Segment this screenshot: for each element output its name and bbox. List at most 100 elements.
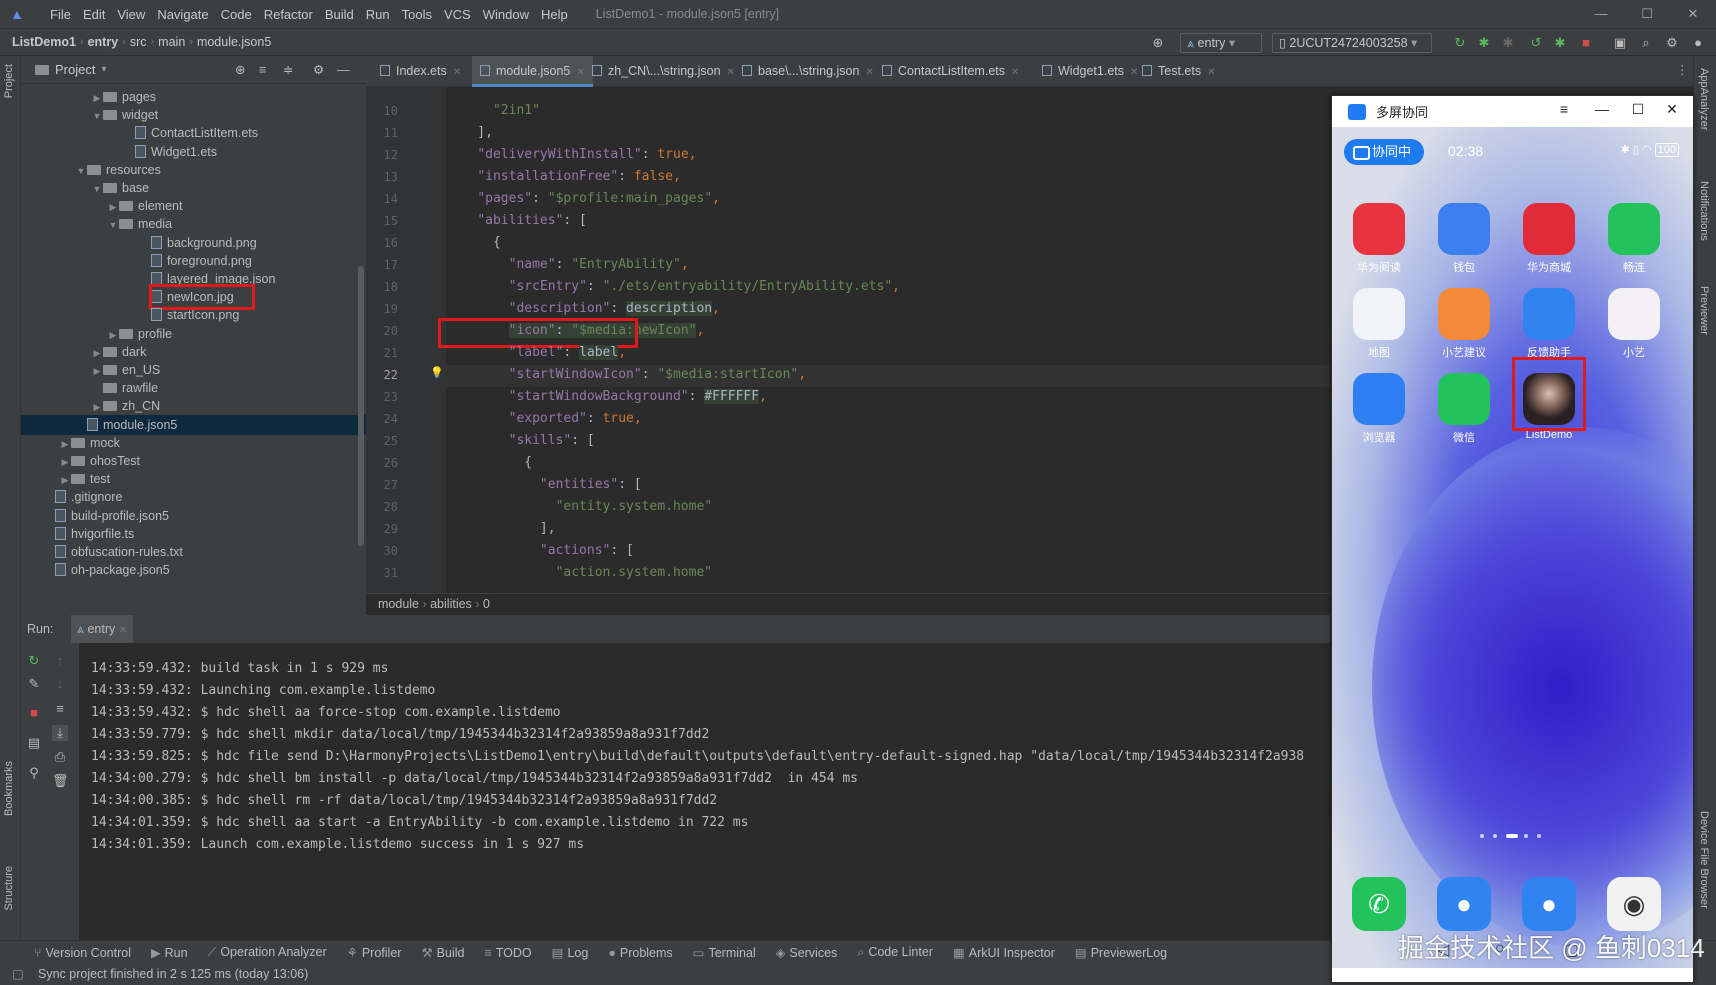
structure-tool-tab[interactable]: Structure [3, 866, 15, 911]
menu-refactor[interactable]: Refactor [258, 7, 319, 22]
editor-breadcrumb-item[interactable]: abilities [430, 597, 472, 611]
tree-folder[interactable]: ▶ zh_CN [21, 396, 366, 416]
bookmarks-tool-tab[interactable]: Bookmarks [3, 761, 15, 816]
menu-code[interactable]: Code [215, 7, 258, 22]
run-config-tab[interactable]: ⩓ entry ✕ [70, 615, 134, 643]
breadcrumb-item[interactable]: entry [84, 35, 123, 49]
app-wallet[interactable]: 钱包 [1425, 203, 1503, 275]
notifications-tool-tab[interactable]: Notifications [1698, 181, 1710, 241]
close-tab-icon[interactable]: ✕ [453, 67, 461, 78]
code-line[interactable]: { [446, 235, 501, 250]
tree-file[interactable]: foreground.png [21, 251, 366, 271]
editor-tab[interactable]: module.json5 ✕ [472, 56, 593, 87]
close-tab-icon[interactable]: ✕ [1011, 67, 1019, 78]
tree-folder[interactable]: rawfile [21, 378, 366, 398]
dock-phone-call[interactable]: ✆ [1340, 877, 1418, 931]
menu-icon[interactable]: ≡ [1554, 101, 1574, 117]
print-icon[interactable]: ⎙ [52, 749, 68, 765]
stop-icon[interactable]: ■ [26, 705, 42, 721]
code-line[interactable]: "exported": true, [446, 411, 642, 426]
project-scrollbar[interactable] [358, 266, 364, 546]
tree-folder[interactable]: ▼ widget [21, 105, 366, 125]
tree-file[interactable]: startIcon.png [21, 305, 366, 325]
up-arrow-icon[interactable]: ↑ [52, 653, 68, 669]
app-feedback-beta[interactable]: 反馈助手 [1510, 288, 1588, 360]
tree-folder[interactable]: ▶ profile [21, 324, 366, 344]
toolwindow-version-control[interactable]: ⑂ Version Control [0, 946, 141, 960]
code-line[interactable]: "name": "EntryAbility", [446, 257, 689, 272]
tree-file[interactable]: obfuscation-rules.txt [21, 542, 366, 562]
code-line[interactable]: ], [446, 125, 493, 140]
menu-run[interactable]: Run [360, 7, 396, 22]
code-editor[interactable]: 10 11 12 13 14 15 16 17 18 19 20 21 22 23 24 25 26 27 28 29… [366, 87, 1330, 593]
code-line[interactable]: "pages": "$profile:main_pages", [446, 191, 720, 206]
apply-changes-icon[interactable]: ↺ [1528, 35, 1544, 51]
collapse-all-icon[interactable]: ≑ [283, 62, 293, 77]
locate-icon[interactable]: ⊕ [235, 62, 245, 77]
apply-code-changes-icon[interactable]: ✱ [1552, 35, 1568, 51]
tree-folder[interactable]: ▼ base [21, 178, 366, 198]
dock-camera[interactable]: ◉ [1595, 877, 1673, 931]
app-map[interactable]: 地图 [1340, 288, 1418, 360]
editor-tab[interactable]: ContactListItem.ets ✕ [874, 56, 1027, 87]
more-tabs-icon[interactable]: ⋮ [1676, 62, 1689, 77]
code-line[interactable]: "entity.system.home" [446, 499, 713, 514]
intention-bulb-icon[interactable]: 💡 [430, 366, 444, 379]
toolwindow-run[interactable]: ▶ Run [141, 945, 198, 960]
scroll-to-end-icon[interactable]: ⤓ [52, 725, 68, 741]
panel-settings-icon[interactable]: ⚙ [313, 62, 324, 77]
app-celia-suggestion[interactable]: 小艺建议 [1425, 288, 1503, 360]
code-line[interactable]: "srcEntry": "./ets/entryability/EntryAbi… [446, 279, 900, 294]
trash-icon[interactable]: 🗑 [52, 773, 69, 789]
rerun-icon[interactable]: ↻ [26, 653, 42, 669]
debug-icon[interactable]: ✱ [1476, 35, 1492, 51]
tree-file[interactable]: build-profile.json5 [21, 506, 366, 526]
dock-contacts[interactable]: ● [1425, 877, 1503, 931]
toolwindow-profiler[interactable]: ⚘ Profiler [337, 945, 412, 960]
tree-file[interactable]: .gitignore [21, 487, 366, 507]
chevron-down-icon[interactable]: ▾ [101, 64, 106, 75]
status-message[interactable]: Sync project finished in 2 s 125 ms (tod… [38, 967, 308, 981]
code-line[interactable]: "installationFree": false, [446, 169, 681, 184]
code-line[interactable]: "2in1" [446, 103, 540, 118]
page-dot[interactable] [1524, 834, 1528, 838]
page-dot[interactable] [1537, 834, 1541, 838]
close-icon[interactable]: ✕ [119, 625, 127, 636]
menu-vcs[interactable]: VCS [438, 7, 477, 22]
menu-file[interactable]: File [44, 7, 77, 22]
tree-folder[interactable]: ▼ media [21, 214, 366, 234]
code-line[interactable]: "entities": [ [446, 477, 642, 492]
code-line[interactable]: ], [446, 521, 556, 536]
toolwindow-previewerlog[interactable]: ▤ PreviewerLog [1065, 945, 1177, 960]
code-line[interactable]: "label": label, [446, 345, 626, 360]
toolwindow-operation-analyzer[interactable]: ⟋ Operation Analyzer [198, 945, 337, 960]
app-vmall[interactable]: 华为商城 [1510, 203, 1588, 275]
rerun-icon[interactable]: ↻ [1452, 35, 1468, 51]
code-line[interactable]: "description": description, [446, 301, 720, 316]
project-tool-tab[interactable]: Project [3, 64, 15, 98]
tree-folder[interactable]: ▼ resources [21, 160, 366, 180]
menu-edit[interactable]: Edit [77, 7, 111, 22]
appanalyzer-tool-tab[interactable]: AppAnalyzer [1698, 68, 1710, 130]
account-icon[interactable]: ● [1690, 35, 1706, 51]
page-dot[interactable] [1506, 834, 1518, 838]
hide-panel-icon[interactable]: — [337, 63, 350, 77]
code-line[interactable]: "action.system.home" [446, 565, 713, 580]
pin-icon[interactable]: ⚲ [26, 765, 42, 781]
phone-home-screen[interactable]: 协同中 02:38 ✱ ▯ ◠ 100 华为阅读 钱包 华为商城 畅连 地图 小艺建议 反馈… [1332, 127, 1693, 968]
close-button[interactable]: ✕ [1662, 101, 1682, 118]
app-browser[interactable]: 浏览器 [1340, 373, 1418, 445]
down-arrow-icon[interactable]: ↓ [52, 676, 68, 692]
breadcrumb-item[interactable]: ListDemo1 [8, 35, 80, 49]
page-dot[interactable] [1480, 834, 1484, 838]
tree-file[interactable]: Widget1.ets [21, 142, 366, 162]
attach-debugger-icon[interactable]: ✱ [1500, 35, 1516, 51]
editor-breadcrumb-item[interactable]: module [378, 597, 419, 611]
stop-icon[interactable]: ■ [1578, 35, 1594, 51]
toolwindow-terminal[interactable]: ▭ Terminal [683, 945, 766, 960]
close-button[interactable]: ✕ [1670, 0, 1716, 28]
close-tab-icon[interactable]: ✕ [1207, 67, 1215, 78]
toolwindow-arkui-inspector[interactable]: ▦ ArkUI Inspector [943, 945, 1065, 960]
layout-icon[interactable]: ▤ [26, 735, 42, 751]
editor-tab[interactable]: Test.ets ✕ [1134, 56, 1223, 87]
